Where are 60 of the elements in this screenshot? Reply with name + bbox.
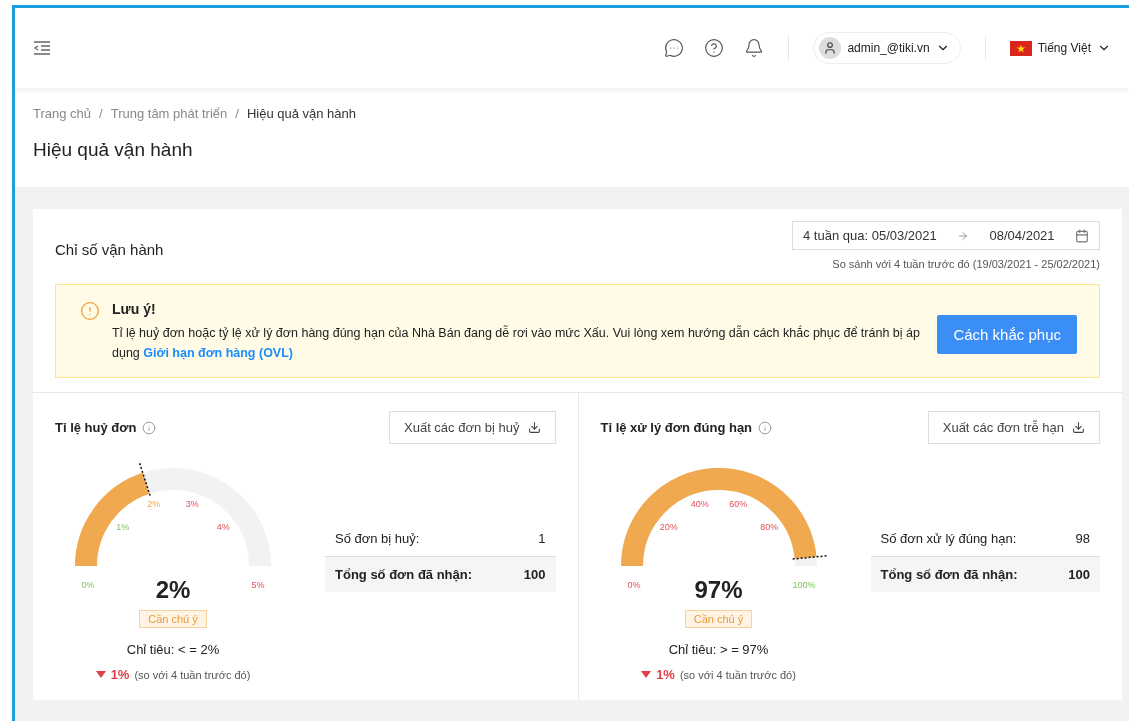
- metric-value: 2%: [155, 576, 191, 604]
- gauge-tick-label: 2%: [147, 499, 161, 510]
- avatar-icon: [819, 37, 842, 59]
- stat-value: 1: [538, 530, 546, 546]
- stat-value: 100: [1068, 566, 1090, 582]
- metric-value: 97%: [694, 576, 743, 604]
- metric-title: Tỉ lệ huỷ đơn: [55, 420, 137, 435]
- gauge-tick-label: 40%: [690, 499, 709, 510]
- gauge-tick-label: 100%: [792, 580, 815, 590]
- warning-icon: [80, 301, 100, 321]
- menu-collapse-icon[interactable]: [33, 40, 51, 56]
- help-icon[interactable]: [704, 38, 725, 58]
- gauge-tick-label: 0%: [81, 580, 95, 590]
- stat-label: Số đơn xử lý đúng hạn:: [880, 530, 1017, 546]
- download-icon: [1072, 421, 1085, 434]
- gauge-tick-label: 60%: [728, 499, 747, 510]
- flag-icon: [1009, 40, 1032, 56]
- target-text: Chỉ tiêu: < = 2%: [126, 642, 220, 657]
- download-icon: [527, 421, 541, 434]
- gauge-tick-label: 80%: [759, 521, 778, 532]
- breadcrumb-separator: /: [235, 106, 239, 121]
- breadcrumb-separator: /: [99, 106, 103, 121]
- breadcrumb-link[interactable]: Trang chủ: [33, 106, 92, 121]
- gauge-tick-label: 5%: [251, 580, 265, 590]
- gauge-tick-label: 20%: [659, 521, 678, 532]
- comparison-note: So sánh với 4 tuần trước đó (19/03/2021 - 25/02/2021): [832, 258, 1100, 270]
- info-icon[interactable]: [758, 420, 773, 435]
- date-range-picker[interactable]: 4 tuần qua: 05/03/2021 08/04/2021: [792, 221, 1100, 250]
- export-button[interactable]: Xuất các đơn bị huỷ: [389, 411, 556, 444]
- arrow-icon: [957, 229, 970, 242]
- gauge-tick-label: 0%: [627, 580, 640, 590]
- stat-value: 100: [523, 566, 546, 582]
- status-tag: Cần chú ý: [684, 610, 753, 628]
- target-text: Chỉ tiêu: > = 97%: [668, 642, 769, 657]
- metric-title: Tỉ lệ xử lý đơn đúng hạn: [600, 420, 753, 435]
- stat-label: Số đơn bị huỷ:: [335, 530, 420, 546]
- stat-label: Tổng số đơn đã nhận:: [880, 566, 1018, 582]
- section-title: Chỉ số vận hành: [55, 241, 164, 260]
- gauge-tick-label: 3%: [185, 499, 199, 510]
- chat-icon[interactable]: [664, 38, 685, 58]
- warning-message: Tỉ lệ huỷ đơn hoặc tỷ lệ xử lý đơn hàng đúng hạn của Nhà Bán đang dễ rơi vào mức Xấu. Vui lòng xem hướng dẫn cách khắc phục để tránh bị áp dụng Giới hạn đơn hàng (OVL): [112, 324, 921, 362]
- gauge-tick-label: 4%: [216, 521, 230, 532]
- status-tag: Cần chú ý: [139, 610, 207, 628]
- calendar-icon: [1075, 228, 1089, 243]
- warning-title: Lưu ý!: [112, 301, 157, 317]
- stat-value: 98: [1075, 530, 1090, 546]
- language-menu[interactable]: Tiếng Việt: [1009, 40, 1111, 56]
- change-note: (so với 4 tuần trước đó): [679, 668, 796, 681]
- change-value: 1%: [110, 667, 130, 682]
- bell-icon[interactable]: [744, 38, 765, 58]
- change-value: 1%: [656, 667, 675, 682]
- stat-label: Tổng số đơn đã nhận:: [335, 566, 473, 582]
- gauge-tick-label: 1%: [116, 521, 130, 532]
- breadcrumb-link[interactable]: Hiệu quả vận hành: [246, 106, 357, 121]
- change-note: (so với 4 tuần trước đó): [134, 668, 251, 681]
- account-menu[interactable]: admin_@tiki.vn: [813, 32, 961, 64]
- breadcrumb-link[interactable]: Trung tâm phát triển: [110, 106, 228, 121]
- export-button[interactable]: Xuất các đơn trễ hạn: [927, 411, 1100, 444]
- page-title: Hiệu quả vận hành: [33, 139, 194, 161]
- info-icon[interactable]: [142, 420, 157, 435]
